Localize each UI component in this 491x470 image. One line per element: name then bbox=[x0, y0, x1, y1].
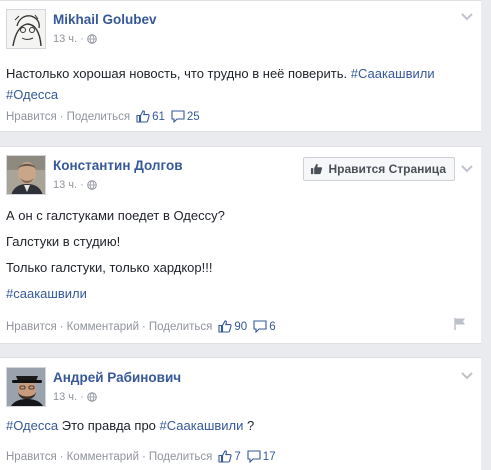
post-timestamp[interactable]: 13 ч. · bbox=[53, 391, 97, 403]
comment-link[interactable]: Комментарий bbox=[67, 451, 139, 463]
thumbs-up-icon[interactable] bbox=[136, 110, 150, 123]
avatar[interactable] bbox=[6, 367, 46, 407]
post-actions: Нравится · Поделиться 61 25 bbox=[6, 110, 200, 123]
like-count[interactable]: 90 bbox=[234, 321, 247, 333]
post-text: #Одесса Это правда про #Саакашвили ? bbox=[6, 418, 255, 433]
avatar[interactable] bbox=[6, 9, 46, 49]
chevron-down-icon[interactable] bbox=[461, 13, 473, 21]
post-actions: Нравится · Комментарий · Поделиться 7 17 bbox=[6, 450, 276, 463]
comment-icon[interactable] bbox=[247, 450, 261, 463]
post-timestamp[interactable]: 13 ч. · bbox=[53, 179, 97, 191]
chevron-down-icon[interactable] bbox=[461, 165, 473, 173]
share-link[interactable]: Поделиться bbox=[149, 321, 213, 333]
post-time[interactable]: 13 ч. bbox=[53, 391, 77, 403]
hashtag-link[interactable]: #саакашвили bbox=[6, 286, 87, 301]
post-text: А он с галстуками поедет в Одессу? Галст… bbox=[6, 205, 473, 304]
globe-icon bbox=[86, 180, 97, 190]
comment-link[interactable]: Комментарий bbox=[67, 321, 139, 333]
avatar[interactable] bbox=[6, 155, 46, 195]
like-link[interactable]: Нравится bbox=[6, 451, 57, 463]
post-actions: Нравится · Комментарий · Поделиться 90 6 bbox=[6, 320, 276, 333]
post-timestamp[interactable]: 13 ч. · bbox=[53, 33, 97, 45]
globe-icon bbox=[86, 34, 97, 44]
news-feed: Mikhail Golubev 13 ч. · Настолько хороша… bbox=[0, 0, 491, 470]
share-link[interactable]: Поделиться bbox=[149, 451, 213, 463]
text-line: Настолько хорошая новость, что трудно в … bbox=[6, 66, 435, 81]
globe-icon bbox=[86, 392, 97, 402]
like-count[interactable]: 7 bbox=[234, 451, 240, 463]
share-link[interactable]: Поделиться bbox=[67, 111, 131, 123]
thumbs-up-icon[interactable] bbox=[218, 320, 233, 333]
text-line: #саакашвили bbox=[6, 283, 473, 304]
thumbs-up-icon bbox=[311, 163, 323, 175]
post-author[interactable]: Андрей Рабинович bbox=[53, 370, 181, 385]
comment-count[interactable]: 25 bbox=[187, 111, 200, 123]
text-line: Галстуки в студию! bbox=[6, 234, 121, 249]
text-line: #Одесса bbox=[6, 84, 473, 105]
comment-count[interactable]: 6 bbox=[269, 321, 275, 333]
like-link[interactable]: Нравится bbox=[6, 111, 57, 123]
post-time[interactable]: 13 ч. bbox=[53, 33, 77, 45]
like-count[interactable]: 61 bbox=[152, 111, 165, 123]
post-author[interactable]: Mikhail Golubev bbox=[53, 12, 157, 27]
post-konstantin-dolgov: Константин Долгов 13 ч. · Нравится Стран… bbox=[0, 146, 481, 344]
hashtag-link[interactable]: #Одесса bbox=[6, 87, 58, 102]
post-author[interactable]: Константин Долгов bbox=[53, 158, 183, 173]
post-mikhail-golubev: Mikhail Golubev 13 ч. · Настолько хороша… bbox=[0, 0, 481, 132]
comment-icon[interactable] bbox=[253, 320, 267, 333]
flag-icon[interactable] bbox=[453, 317, 467, 331]
like-page-label: Нравится Страница bbox=[328, 162, 446, 176]
chevron-down-icon[interactable] bbox=[461, 372, 473, 380]
text-line: А он с галстуками поедет в Одессу? bbox=[6, 208, 225, 223]
like-link[interactable]: Нравится bbox=[6, 321, 57, 333]
hashtag-link[interactable]: #Одесса bbox=[6, 418, 58, 433]
hashtag-link[interactable]: #Саакашвили bbox=[160, 418, 244, 433]
post-text: Настолько хорошая новость, что трудно в … bbox=[6, 63, 473, 105]
thumbs-up-icon[interactable] bbox=[218, 450, 233, 463]
post-time[interactable]: 13 ч. bbox=[53, 179, 77, 191]
like-page-button[interactable]: Нравится Страница bbox=[303, 157, 455, 181]
hashtag-link[interactable]: #Саакашвили bbox=[351, 66, 435, 81]
post-andrey-rabinovich: Андрей Рабинович 13 ч. · #Одесса Это пра… bbox=[0, 357, 481, 470]
comment-icon[interactable] bbox=[171, 110, 185, 123]
comment-count[interactable]: 17 bbox=[263, 451, 276, 463]
text-line: Только галстуки, только хардкор!!! bbox=[6, 260, 213, 275]
